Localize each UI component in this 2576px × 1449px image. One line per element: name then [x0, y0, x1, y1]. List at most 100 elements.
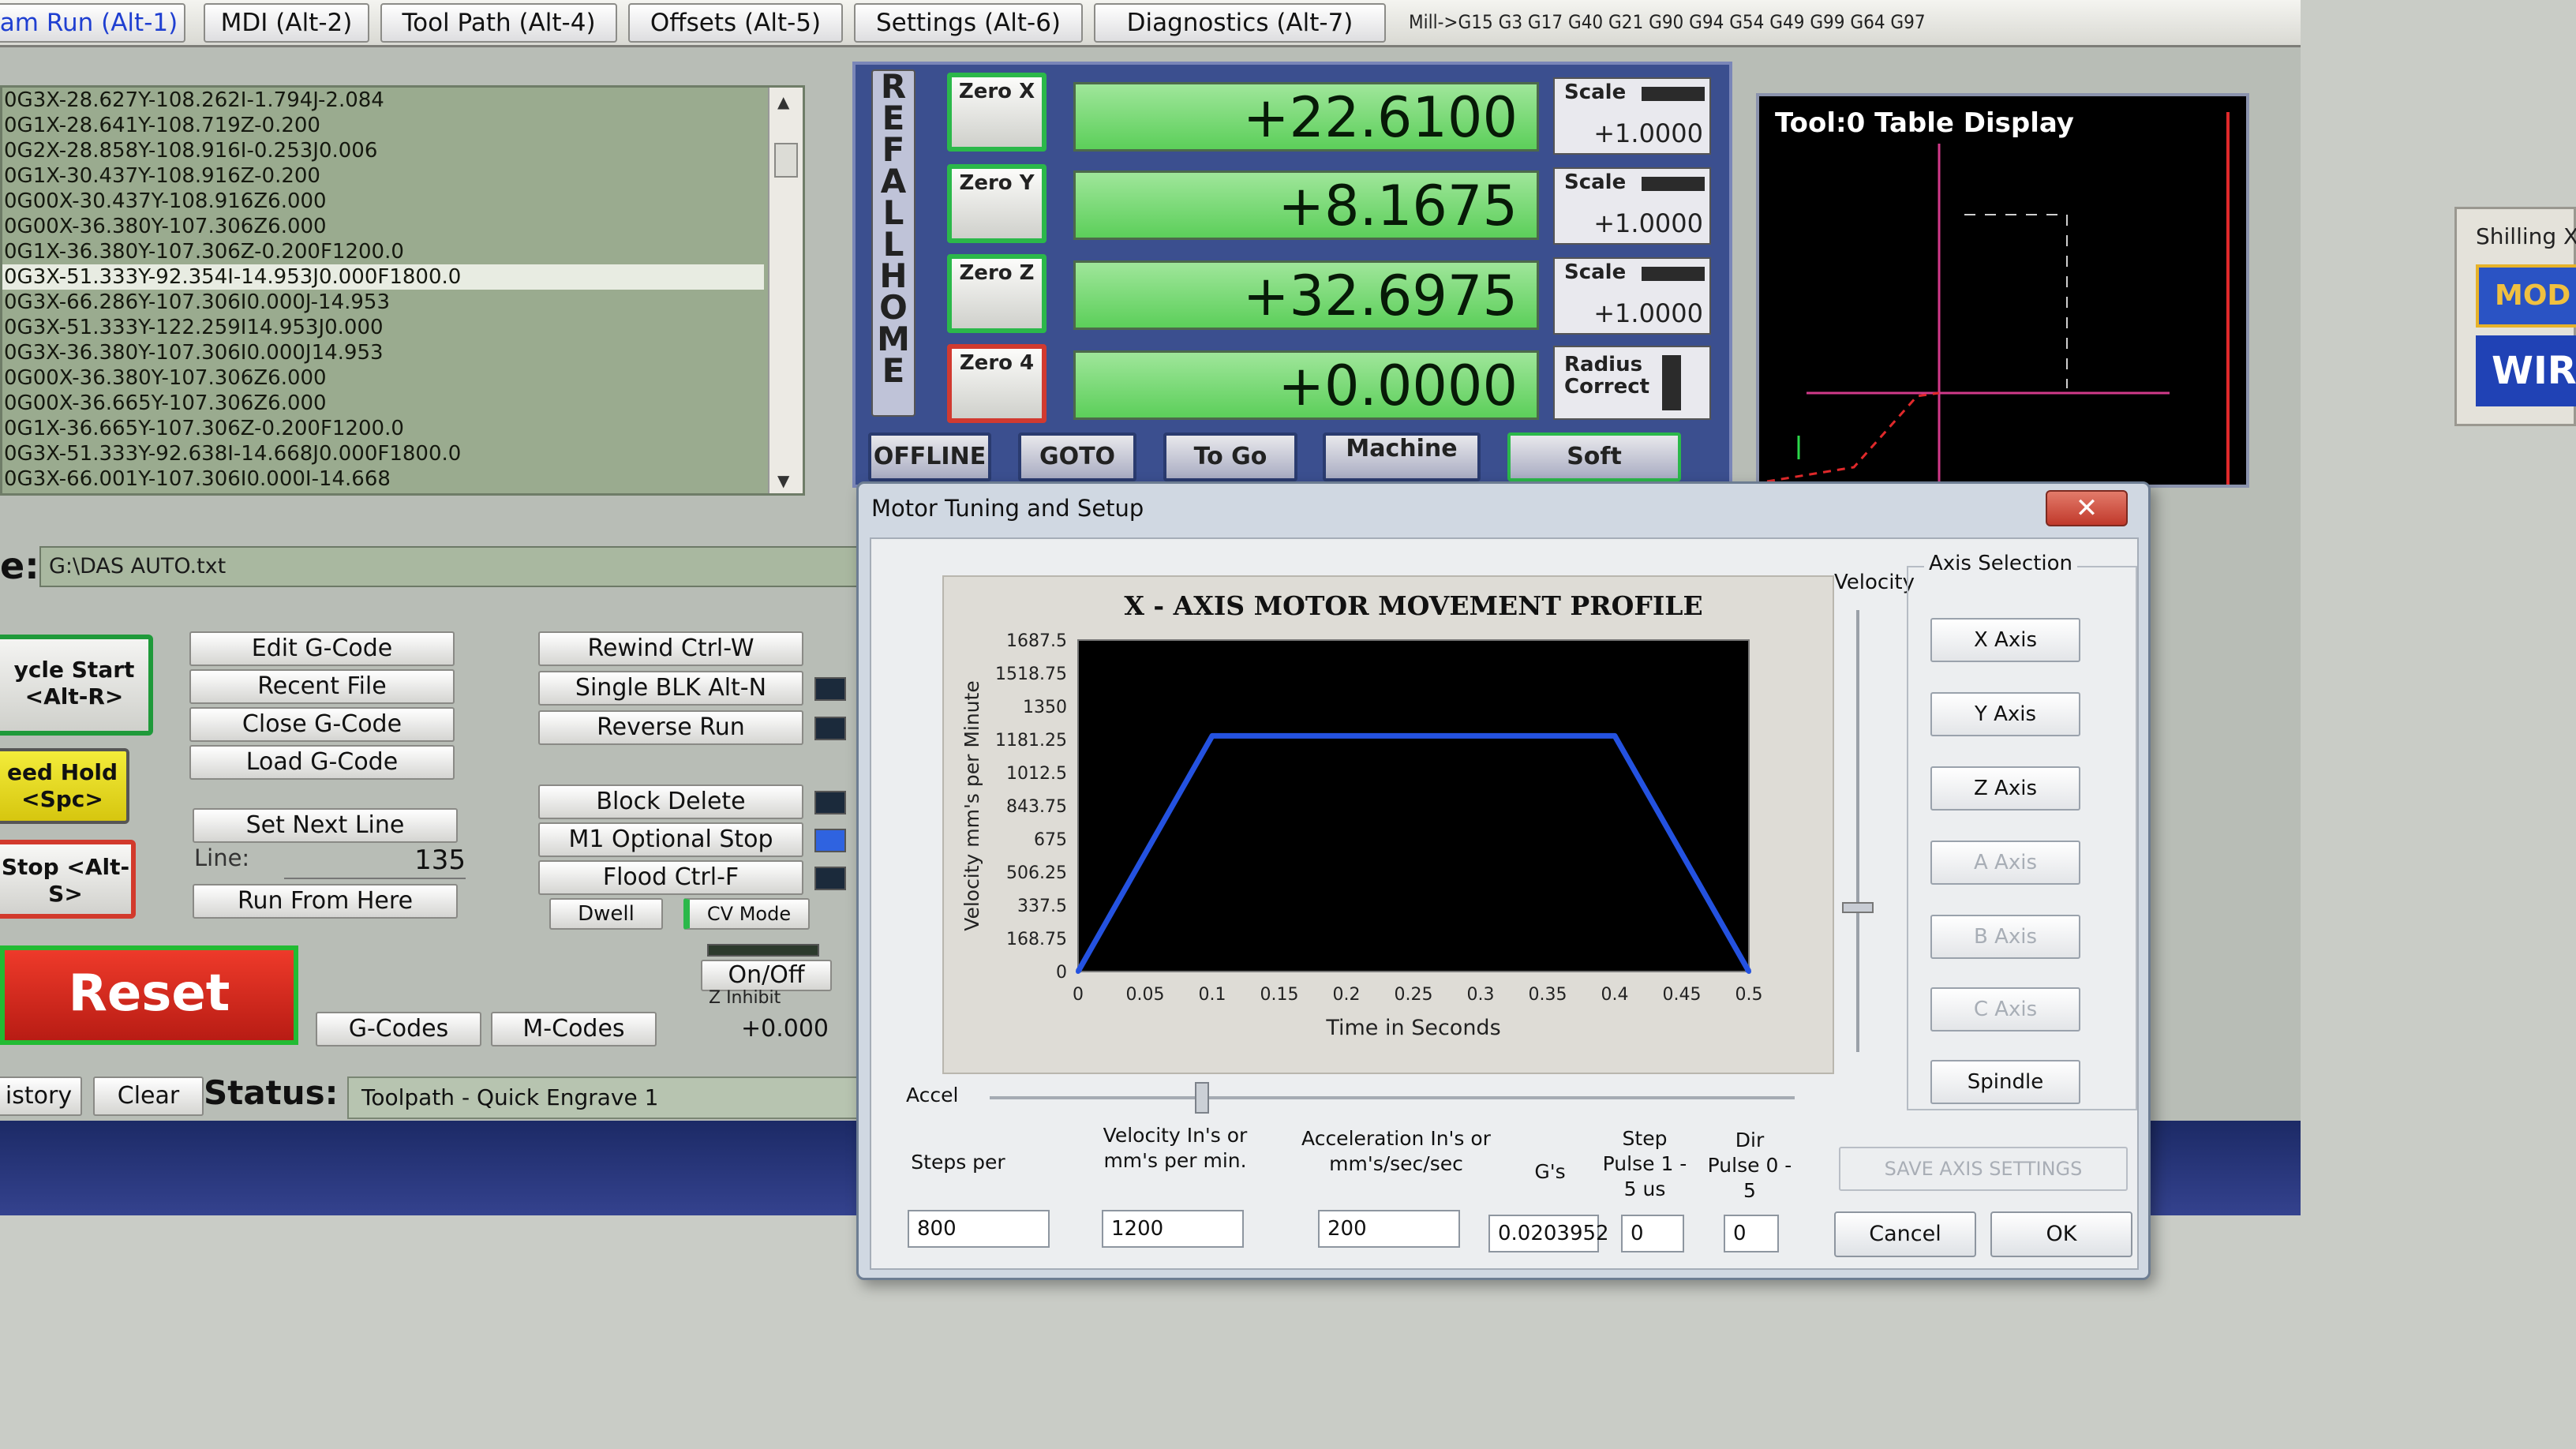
clear-button[interactable]: Clear — [93, 1076, 204, 1116]
step-pulse-input[interactable]: 0 — [1621, 1215, 1684, 1252]
z-axis-button[interactable]: Z Axis — [1930, 766, 2080, 811]
gcode-line[interactable]: 0G3X-51.333Y-122.259I14.953J0.000 — [2, 315, 764, 340]
gcode-line[interactable]: 0G1X-36.380Y-107.306Z-0.200F1200.0 — [2, 239, 764, 264]
goto-button[interactable]: GOTO — [1018, 432, 1136, 481]
gcode-line[interactable]: 0G3X-66.001Y-107.306I0.000I-14.668 — [2, 466, 764, 492]
gcode-line[interactable]: 0G1X-36.665Y-107.306Z-0.200F1200.0 — [2, 416, 764, 441]
cancel-button[interactable]: Cancel — [1834, 1211, 1976, 1257]
tab-mdi[interactable]: MDI (Alt-2) — [204, 3, 369, 43]
tab-diagnostics[interactable]: Diagnostics (Alt-7) — [1094, 3, 1386, 43]
dro-z[interactable]: +32.6975 — [1073, 260, 1539, 330]
y-axis-button[interactable]: Y Axis — [1930, 692, 2080, 736]
to-go-button[interactable]: To Go — [1163, 432, 1297, 481]
spindle-button[interactable]: Spindle — [1930, 1060, 2080, 1104]
edit-gcode-button[interactable]: Edit G-Code — [189, 631, 455, 666]
run-from-here-button[interactable]: Run From Here — [193, 884, 458, 919]
chart-plot-area — [1077, 639, 1750, 972]
steps-per-label: Steps per — [911, 1151, 1005, 1174]
z-inhibit-on-off-button[interactable]: On/Off — [701, 960, 832, 991]
tab-settings[interactable]: Settings (Alt-6) — [854, 3, 1083, 43]
set-next-line-button[interactable]: Set Next Line — [193, 808, 458, 843]
c-axis-button[interactable]: C Axis — [1930, 987, 2080, 1032]
gcode-line[interactable]: 0G3X-28.627Y-108.262I-1.794J-2.084 — [2, 88, 764, 113]
dialog-titlebar[interactable]: Motor Tuning and Setup ✕ — [859, 484, 2148, 536]
single-block-button[interactable]: Single BLK Alt-N — [538, 671, 803, 706]
velocity-input[interactable]: 1200 — [1102, 1210, 1244, 1248]
line-number-field[interactable]: 135 — [284, 844, 466, 879]
toolpath-display[interactable]: Tool:0 Table Display — [1756, 93, 2249, 488]
b-axis-button[interactable]: B Axis — [1930, 915, 2080, 959]
gcode-line[interactable]: 0G00X-30.437Y-108.916Z6.000 — [2, 189, 764, 214]
dro-y[interactable]: +8.1675 — [1073, 170, 1539, 240]
gcode-line[interactable]: 0G3X-51.333Y-92.354I-14.953J0.000F1800.0 — [2, 264, 764, 290]
block-delete-button[interactable]: Block Delete — [538, 784, 803, 819]
offline-button[interactable]: OFFLINE — [868, 432, 991, 481]
velocity-slider-track[interactable] — [1856, 610, 1859, 1052]
history-button[interactable]: istory — [0, 1076, 82, 1116]
load-gcode-button[interactable]: Load G-Code — [189, 745, 455, 780]
scroll-up-icon[interactable]: ▲ — [777, 92, 789, 111]
gcode-line[interactable]: 0G00X-36.665Y-107.306Z6.000 — [2, 391, 764, 416]
save-axis-settings-button[interactable]: SAVE AXIS SETTINGS — [1839, 1147, 2128, 1191]
scale-x[interactable]: Scale +1.0000 — [1553, 77, 1711, 155]
scroll-down-icon[interactable]: ▼ — [777, 471, 789, 490]
dro-4[interactable]: +0.0000 — [1073, 350, 1539, 420]
dro-x[interactable]: +22.6100 — [1073, 82, 1539, 152]
close-icon[interactable]: ✕ — [2046, 490, 2128, 526]
steps-per-input[interactable]: 800 — [908, 1210, 1050, 1248]
acceleration-input[interactable]: 200 — [1318, 1210, 1460, 1248]
ok-button[interactable]: OK — [1990, 1211, 2132, 1257]
ref-all-home-button[interactable]: REFALLHOME — [871, 69, 915, 417]
stop-button[interactable]: Stop <Alt-S> — [0, 840, 136, 919]
chart-y-tick-label: 675 — [1034, 830, 1067, 850]
tab-program-run[interactable]: am Run (Alt-1) — [0, 3, 185, 43]
single-block-led — [814, 677, 846, 701]
machine-coords-button[interactable]: Machine — [1323, 432, 1481, 481]
gcode-line[interactable]: 0G1X-30.437Y-108.916Z-0.200 — [2, 163, 764, 189]
zero-z-button[interactable]: Zero Z — [947, 254, 1046, 333]
gcode-line[interactable]: 0G1X-28.641Y-108.719Z-0.200 — [2, 113, 764, 138]
wir-button[interactable]: WIR — [2476, 335, 2576, 406]
tab-tool-path[interactable]: Tool Path (Alt-4) — [380, 3, 617, 43]
scroll-thumb[interactable] — [774, 143, 798, 178]
zero-x-button[interactable]: Zero X — [947, 73, 1046, 152]
gcode-line[interactable]: 0G2X-28.858Y-108.916I-0.253J0.006 — [2, 138, 764, 163]
gcode-line[interactable]: 0G3X-36.380Y-107.306I0.000J14.953 — [2, 340, 764, 365]
dir-pulse-input[interactable]: 0 — [1724, 1215, 1779, 1252]
accel-slider-thumb[interactable] — [1195, 1082, 1209, 1114]
recent-file-button[interactable]: Recent File — [189, 669, 455, 704]
chart-y-tick-label: 506.25 — [1006, 863, 1067, 883]
reverse-run-button[interactable]: Reverse Run — [538, 710, 803, 745]
chart-x-tick-label: 0.3 — [1467, 985, 1495, 1005]
file-label: e: — [0, 545, 39, 587]
gcode-line[interactable]: 0G00X-36.380Y-107.306Z6.000 — [2, 365, 764, 391]
scale-y[interactable]: Scale +1.0000 — [1553, 167, 1711, 245]
scale-z[interactable]: Scale +1.0000 — [1553, 257, 1711, 335]
close-gcode-button[interactable]: Close G-Code — [189, 707, 455, 742]
cycle-start-button[interactable]: ycle Start <Alt-R> — [0, 635, 153, 736]
rewind-button[interactable]: Rewind Ctrl-W — [538, 631, 803, 666]
dialog-body: X - AXIS MOTOR MOVEMENT PROFILE 0 0.05 0.1 0… — [870, 537, 2139, 1270]
velocity-slider-thumb[interactable] — [1842, 902, 1874, 913]
gcode-listing[interactable]: 0G3X-28.627Y-108.262I-1.794J-2.084 0G1X-2… — [0, 85, 805, 496]
toolpath-rapid-path — [1766, 391, 1940, 483]
gcode-line[interactable]: 0G3X-66.286Y-107.306I0.000J-14.953 — [2, 290, 764, 315]
zero-y-button[interactable]: Zero Y — [947, 164, 1046, 243]
radius-correct[interactable]: Radius Correct — [1553, 346, 1711, 420]
gcode-scrollbar[interactable]: ▲ ▼ — [768, 88, 803, 493]
soft-limits-button[interactable]: Soft — [1507, 432, 1681, 481]
m1-optional-stop-button[interactable]: M1 Optional Stop — [538, 822, 803, 857]
feed-hold-button[interactable]: eed Hold <Spc> — [0, 748, 129, 824]
gcode-line[interactable]: 0G00X-36.380Y-107.306Z6.000 — [2, 214, 764, 239]
gcodes-button[interactable]: G-Codes — [316, 1012, 481, 1046]
flood-button[interactable]: Flood Ctrl-F — [538, 860, 803, 895]
x-axis-button[interactable]: X Axis — [1930, 618, 2080, 662]
reset-button[interactable]: Reset — [0, 945, 298, 1045]
tab-offsets[interactable]: Offsets (Alt-5) — [628, 3, 843, 43]
mcodes-button[interactable]: M-Codes — [491, 1012, 657, 1046]
a-axis-button[interactable]: A Axis — [1930, 841, 2080, 885]
mod-button[interactable]: MOD — [2476, 264, 2576, 328]
gcode-line[interactable]: 0G3X-51.333Y-92.638I-14.668J0.000F1800.0 — [2, 441, 764, 466]
zero-4-button[interactable]: Zero 4 — [947, 344, 1046, 423]
accel-slider-track[interactable] — [990, 1096, 1795, 1099]
